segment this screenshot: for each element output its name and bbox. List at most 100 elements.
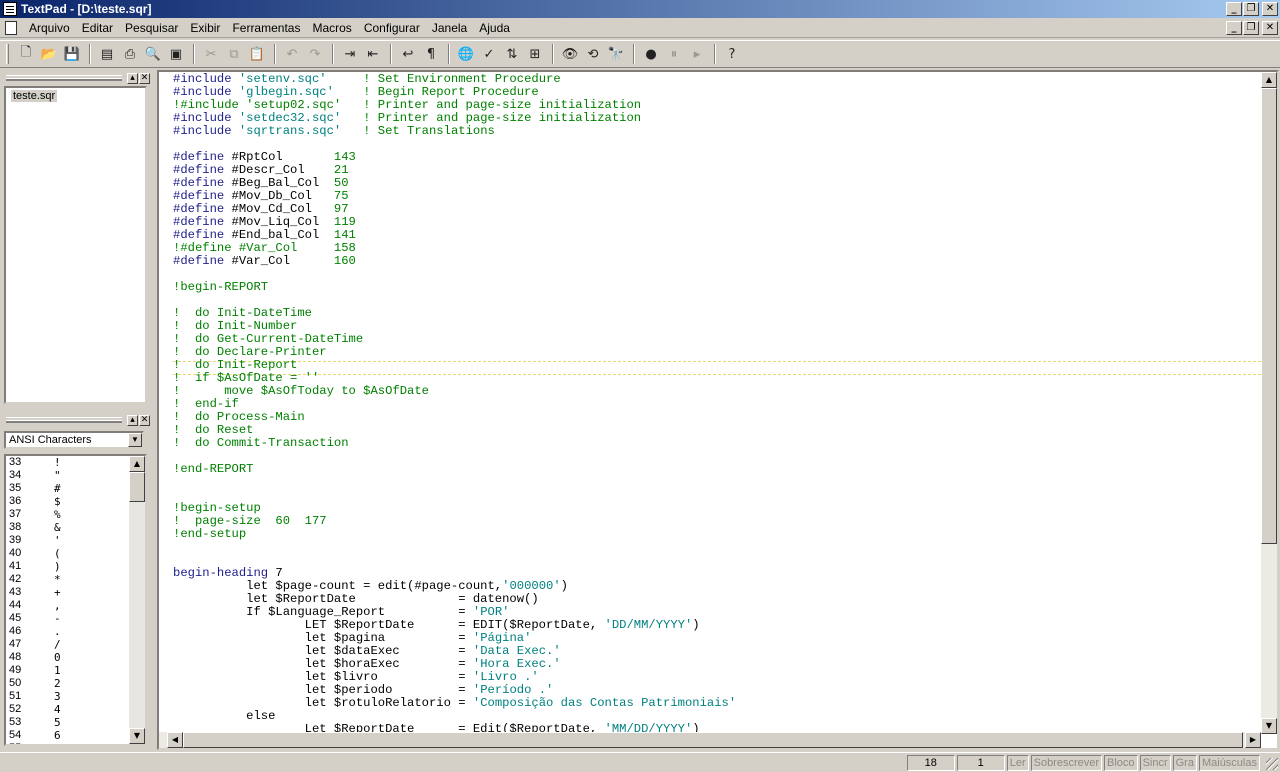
- editor-horizontal-scrollbar[interactable]: ◀ ▶: [159, 732, 1261, 748]
- menu-arquivo[interactable]: Arquivo: [23, 21, 76, 35]
- clip-library-header[interactable]: ▴ ✕: [2, 414, 150, 426]
- clip-library-select[interactable]: ANSI Characters ▼: [4, 431, 144, 449]
- editor-scroll-thumb[interactable]: [1261, 88, 1277, 544]
- pane-maximize-icon[interactable]: ▴: [127, 72, 138, 84]
- code-line[interactable]: !begin-REPORT: [173, 281, 268, 294]
- clip-list-item[interactable]: 34 ": [6, 469, 145, 482]
- spelling-icon[interactable]: ✓: [478, 43, 500, 65]
- scroll-left-icon[interactable]: ◀: [167, 732, 183, 748]
- menu-ajuda[interactable]: Ajuda: [473, 21, 516, 35]
- compare-icon[interactable]: ⊞: [524, 43, 546, 65]
- toolbar-grip[interactable]: [6, 44, 9, 64]
- clip-list-item[interactable]: 54 6: [6, 729, 145, 742]
- find-icon[interactable]: 👁: [559, 43, 581, 65]
- clip-list-item[interactable]: 52 4: [6, 703, 145, 716]
- scroll-down-icon[interactable]: ▼: [129, 728, 145, 744]
- doc-close-button[interactable]: ✕: [1262, 21, 1278, 35]
- undo-icon[interactable]: ↶: [281, 43, 303, 65]
- find-in-files-icon[interactable]: 🔭: [605, 43, 627, 65]
- code-area[interactable]: #include 'setenv.sqc' ! Set Environment …: [159, 72, 1261, 734]
- outdent-icon[interactable]: ⇤: [362, 43, 384, 65]
- cut-icon[interactable]: ✂: [200, 43, 222, 65]
- clip-pane-maximize-icon[interactable]: ▴: [127, 414, 138, 426]
- clip-list-scrollbar[interactable]: ▲ ▼: [129, 456, 145, 744]
- clip-pane-close-icon[interactable]: ✕: [139, 414, 150, 426]
- code-line[interactable]: #define #Var_Col 160: [173, 255, 356, 268]
- clip-list-item[interactable]: 41): [6, 560, 145, 573]
- code-line[interactable]: !end-setup: [173, 528, 246, 541]
- context-help-icon[interactable]: ?: [721, 43, 743, 65]
- clip-list-item[interactable]: 33!: [6, 456, 145, 469]
- menu-ferramentas[interactable]: Ferramentas: [226, 21, 306, 35]
- indent-icon[interactable]: ⇥: [339, 43, 361, 65]
- menu-configurar[interactable]: Configurar: [358, 21, 426, 35]
- open-icon[interactable]: 📂: [38, 43, 60, 65]
- pause-macro-icon[interactable]: ⏸: [663, 43, 685, 65]
- editor-scroll-down-icon[interactable]: ▼: [1261, 718, 1277, 734]
- minimize-button[interactable]: _: [1226, 2, 1242, 16]
- clip-list-item[interactable]: 42 *: [6, 573, 145, 586]
- clip-list-item[interactable]: 48 0: [6, 651, 145, 664]
- editor-vertical-scrollbar[interactable]: ▲ ▼: [1261, 72, 1277, 734]
- resize-grip[interactable]: [1266, 758, 1278, 770]
- record-macro-icon[interactable]: ●: [640, 43, 662, 65]
- doc-minimize-button[interactable]: _: [1226, 21, 1242, 35]
- redo-icon[interactable]: ↷: [304, 43, 326, 65]
- clip-list-item[interactable]: 35 #: [6, 482, 145, 495]
- textpad-app-icon[interactable]: [3, 2, 17, 16]
- clip-list-item[interactable]: 50 2: [6, 677, 145, 690]
- clip-list-item[interactable]: 44,: [6, 599, 145, 612]
- pane-close-icon[interactable]: ✕: [139, 72, 150, 84]
- editor-scroll-up-icon[interactable]: ▲: [1261, 72, 1277, 88]
- clip-list-item[interactable]: 36 $: [6, 495, 145, 508]
- clip-list-item[interactable]: 43 +: [6, 586, 145, 599]
- chevron-down-icon[interactable]: ▼: [128, 433, 142, 447]
- clip-list-item[interactable]: 53 5: [6, 716, 145, 729]
- clip-list-item[interactable]: 557: [6, 742, 145, 744]
- menu-editar[interactable]: Editar: [76, 21, 119, 35]
- clip-list-item[interactable]: 37%: [6, 508, 145, 521]
- menu-pesquisar[interactable]: Pesquisar: [119, 21, 184, 35]
- print-icon[interactable]: ⎙: [119, 43, 141, 65]
- new-icon[interactable]: 🗋: [15, 43, 37, 65]
- code-line[interactable]: #include 'sqrtrans.sqc' ! Set Translatio…: [173, 125, 495, 138]
- editor-pane[interactable]: #include 'setenv.sqc' ! Set Environment …: [157, 70, 1279, 750]
- restore-button[interactable]: ❐: [1243, 2, 1259, 16]
- visible-spaces-icon[interactable]: ¶: [420, 43, 442, 65]
- document-item[interactable]: teste.sqr: [11, 90, 58, 102]
- doc-restore-button[interactable]: ❐: [1243, 21, 1259, 35]
- replace-icon[interactable]: ⟲: [582, 43, 604, 65]
- editor-hscroll-thumb[interactable]: [183, 732, 1243, 748]
- scroll-up-icon[interactable]: ▲: [129, 456, 145, 472]
- code-token: ! do Init-DateTime: [173, 306, 312, 320]
- code-line[interactable]: ! do Commit-Transaction: [173, 437, 349, 450]
- clip-list-item[interactable]: 51 3: [6, 690, 145, 703]
- clip-list-item[interactable]: 40 (: [6, 547, 145, 560]
- clip-list-item[interactable]: 46.: [6, 625, 145, 638]
- word-wrap-icon[interactable]: ↩: [397, 43, 419, 65]
- menu-macros[interactable]: Macros: [306, 21, 357, 35]
- print-preview-icon[interactable]: 🔍: [142, 43, 164, 65]
- play-macro-icon[interactable]: ▸: [686, 43, 708, 65]
- scroll-thumb[interactable]: [129, 472, 145, 502]
- clip-list-item[interactable]: 39 ': [6, 534, 145, 547]
- ansi-character-list[interactable]: 33! 34 " 35 #36 $37% 38 & 39 ' 40(41) 42 * 43 +44, 45-4…: [4, 454, 147, 746]
- menu-janela[interactable]: Janela: [426, 21, 473, 35]
- clip-list-item[interactable]: 47 /: [6, 638, 145, 651]
- document-selector-header[interactable]: ▴ ✕: [2, 72, 150, 84]
- clip-list-item[interactable]: 49 1: [6, 664, 145, 677]
- scroll-right-icon[interactable]: ▶: [1245, 732, 1261, 748]
- document-system-menu-icon[interactable]: [5, 20, 17, 35]
- menu-exibir[interactable]: Exibir: [184, 21, 226, 35]
- paste-icon[interactable]: 📋: [246, 43, 268, 65]
- sort-icon[interactable]: ⇅: [501, 43, 523, 65]
- save-icon[interactable]: 💾: [61, 43, 83, 65]
- manage-files-icon[interactable]: ▣: [165, 43, 187, 65]
- clip-list-item[interactable]: 38 &: [6, 521, 145, 534]
- copy-icon[interactable]: ⧉: [223, 43, 245, 65]
- web-browser-icon[interactable]: 🌐: [455, 43, 477, 65]
- close-button[interactable]: ✕: [1262, 2, 1278, 16]
- save-all-icon[interactable]: ▤: [96, 43, 118, 65]
- code-line[interactable]: !end-REPORT: [173, 463, 253, 476]
- clip-list-item[interactable]: 45 -: [6, 612, 145, 625]
